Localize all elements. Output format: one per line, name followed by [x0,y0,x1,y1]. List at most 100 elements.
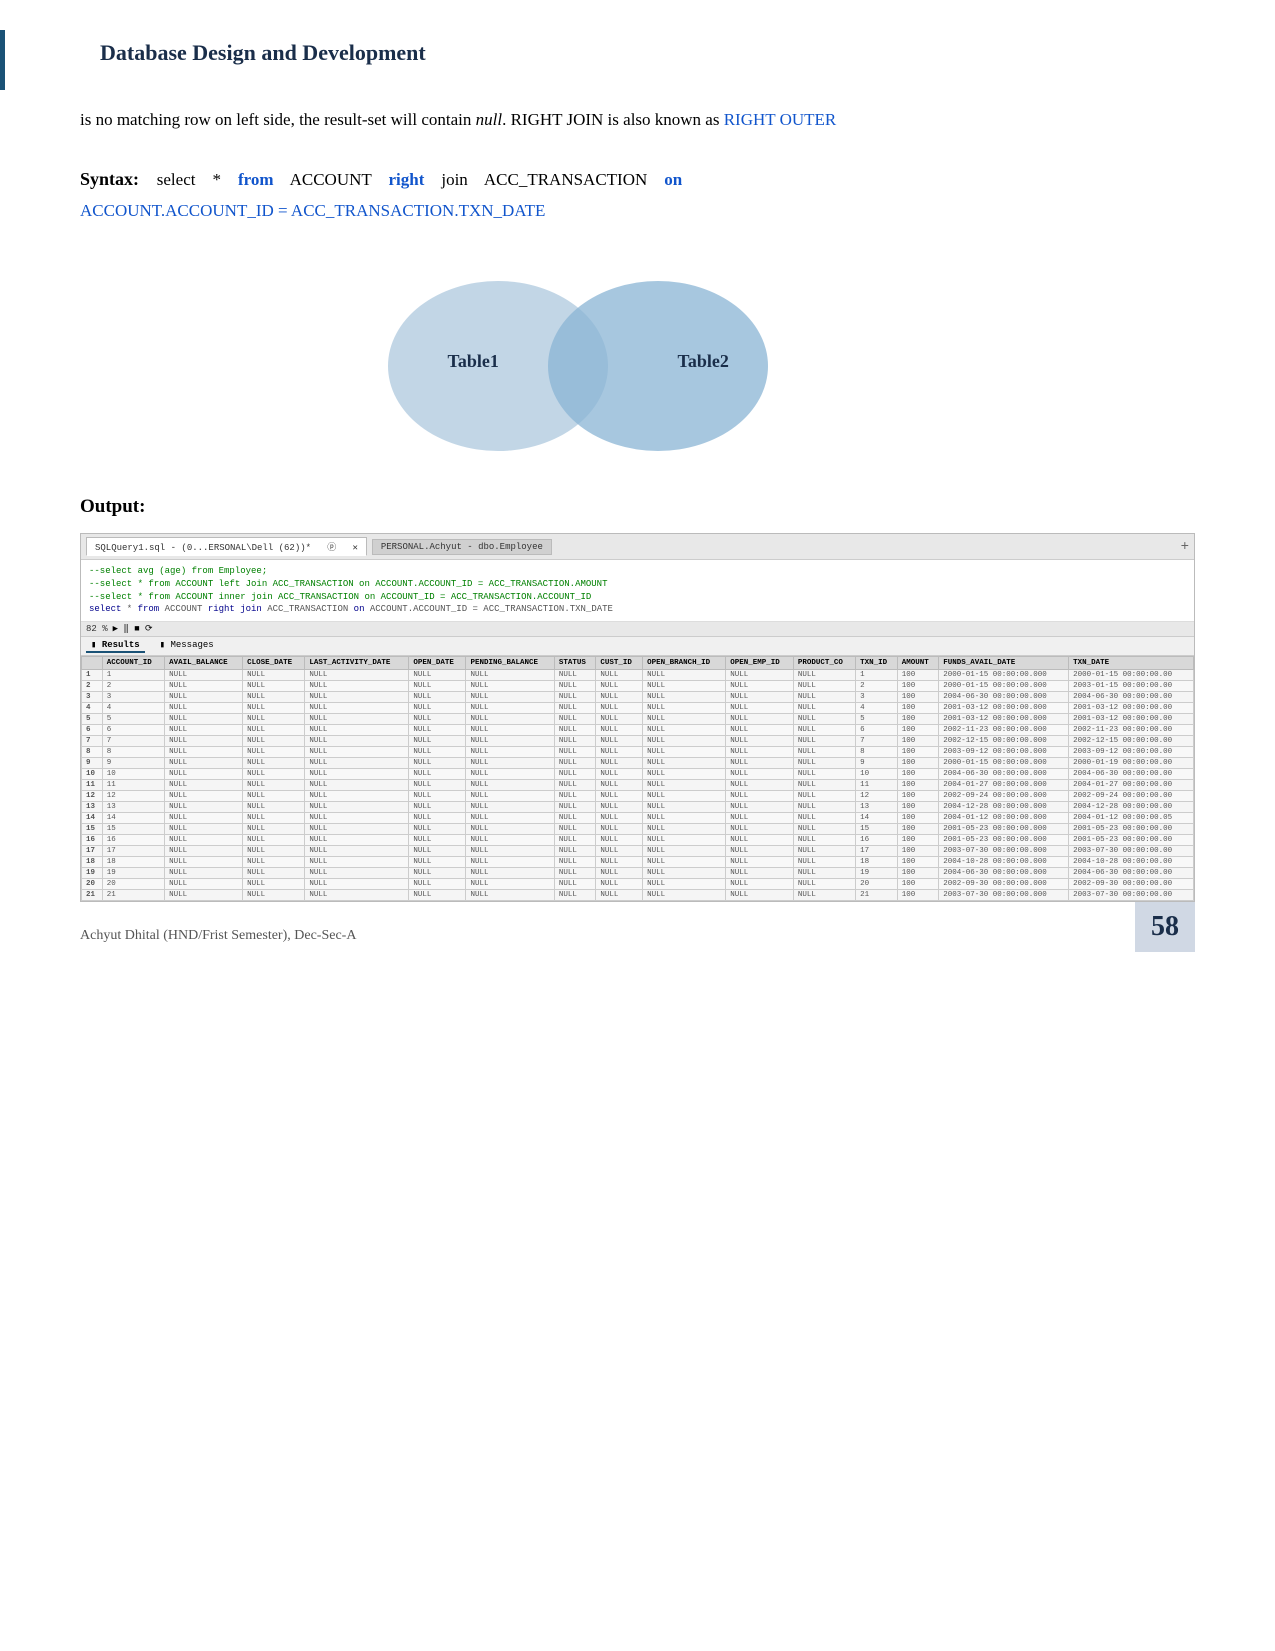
table-cell: 2002-09-24 00:00:00.00 [1069,790,1194,801]
row-number: 18 [82,856,103,867]
syntax-code-1: select * from ACCOUNT right join ACC_TRA… [157,170,682,189]
sql-code-area: --select avg (age) from Employee; --sele… [81,560,1194,621]
table-row: 1414NULLNULLNULLNULLNULLNULLNULLNULLNULL… [82,812,1194,823]
add-query-button[interactable]: + [1181,539,1189,555]
table-cell: NULL [726,691,794,702]
table-cell: NULL [466,856,554,867]
table-cell: NULL [726,702,794,713]
table-cell: 6 [856,724,898,735]
table-cell: 8 [856,746,898,757]
table-cell: NULL [243,812,305,823]
table-cell: NULL [305,702,409,713]
table-row: 88NULLNULLNULLNULLNULLNULLNULLNULLNULLNU… [82,746,1194,757]
table-cell: NULL [643,713,726,724]
table-cell: NULL [409,801,466,812]
table-cell: 19 [102,867,164,878]
table-cell: NULL [726,845,794,856]
table-cell: 7 [102,735,164,746]
code-line-3: --select * from ACCOUNT inner join ACC_T… [89,591,1186,604]
table-cell: 100 [897,856,939,867]
table-cell: 2002-09-30 00:00:00.000 [939,878,1069,889]
table-row: 22NULLNULLNULLNULLNULLNULLNULLNULLNULLNU… [82,680,1194,691]
table-cell: NULL [165,746,243,757]
results-tbody: 11NULLNULLNULLNULLNULLNULLNULLNULLNULLNU… [82,669,1194,900]
code-line-4: select * from ACCOUNT right join ACC_TRA… [89,603,1186,616]
table-cell: 100 [897,867,939,878]
table-cell: 2001-05-23 00:00:00.00 [1069,834,1194,845]
table-cell: NULL [596,757,643,768]
table-cell: NULL [243,878,305,889]
table-cell: NULL [243,779,305,790]
table-cell: NULL [793,889,855,900]
table-cell: NULL [726,779,794,790]
table-cell: NULL [793,867,855,878]
col-status: STATUS [554,656,596,669]
table-cell: NULL [409,691,466,702]
table-cell: NULL [305,812,409,823]
footer-text: Achyut Dhital (HND/Frist Semester), Dec-… [80,928,356,944]
row-number: 6 [82,724,103,735]
table-cell: NULL [643,746,726,757]
table-row: 44NULLNULLNULLNULLNULLNULLNULLNULLNULLNU… [82,702,1194,713]
messages-tab[interactable]: ▮ Messages [155,639,219,653]
col-avail-balance: AVAIL_BALANCE [165,656,243,669]
table-cell: NULL [596,669,643,680]
table-row: 1212NULLNULLNULLNULLNULLNULLNULLNULLNULL… [82,790,1194,801]
table-cell: 9 [102,757,164,768]
table-cell: NULL [726,680,794,691]
table-cell: 2001-05-23 00:00:00.000 [939,823,1069,834]
table-cell: 2003-07-30 00:00:00.000 [939,845,1069,856]
table-cell: NULL [554,889,596,900]
table-cell: NULL [726,768,794,779]
table-row: 1717NULLNULLNULLNULLNULLNULLNULLNULLNULL… [82,845,1194,856]
table-cell: 2004-06-30 00:00:00.00 [1069,768,1194,779]
col-pending: PENDING_BALANCE [466,656,554,669]
table-cell: 100 [897,768,939,779]
col-amount: AMOUNT [897,656,939,669]
table-cell: NULL [466,779,554,790]
table-cell: 100 [897,680,939,691]
sql-tab-2[interactable]: PERSONAL.Achyut - dbo.Employee [372,539,552,555]
table-cell: 4 [102,702,164,713]
table-cell: NULL [409,812,466,823]
sql-tab-2-label: PERSONAL.Achyut - dbo.Employee [381,542,543,552]
results-tab[interactable]: ▮ Results [86,639,145,653]
table-cell: NULL [643,812,726,823]
table-cell: 2002-12-15 00:00:00.000 [939,735,1069,746]
col-close-date: CLOSE_DATE [243,656,305,669]
table-cell: NULL [554,680,596,691]
table-cell: NULL [305,823,409,834]
table-cell: NULL [305,746,409,757]
table-cell: 10 [856,768,898,779]
table-cell: 18 [856,856,898,867]
table-cell: NULL [409,680,466,691]
table-cell: NULL [596,746,643,757]
table-cell: NULL [596,702,643,713]
col-open-date: OPEN_DATE [409,656,466,669]
table-cell: NULL [554,691,596,702]
syntax-label: Syntax: [80,169,153,189]
table-cell: NULL [793,812,855,823]
table-cell: NULL [596,735,643,746]
table-cell: NULL [596,779,643,790]
table-cell: NULL [165,713,243,724]
body-paragraph: is no matching row on left side, the res… [80,106,1195,133]
table-cell: 17 [856,845,898,856]
sql-tab-1[interactable]: SQLQuery1.sql - (0...ERSONAL\Dell (62))*… [86,537,367,556]
table-cell: NULL [726,790,794,801]
zoom-level: 82 % [86,624,108,634]
col-funds-avail: FUNDS_AVAIL_DATE [939,656,1069,669]
table-cell: 2001-05-23 00:00:00.000 [939,834,1069,845]
table-cell: NULL [596,801,643,812]
table-cell: NULL [793,779,855,790]
table-row: 1111NULLNULLNULLNULLNULLNULLNULLNULLNULL… [82,779,1194,790]
table-cell: NULL [643,801,726,812]
table-cell: NULL [305,801,409,812]
table-cell: NULL [165,680,243,691]
table-cell: 100 [897,735,939,746]
table-cell: NULL [643,823,726,834]
table-cell: NULL [305,713,409,724]
table-cell: NULL [243,845,305,856]
table-cell: 11 [856,779,898,790]
table-cell: NULL [643,680,726,691]
